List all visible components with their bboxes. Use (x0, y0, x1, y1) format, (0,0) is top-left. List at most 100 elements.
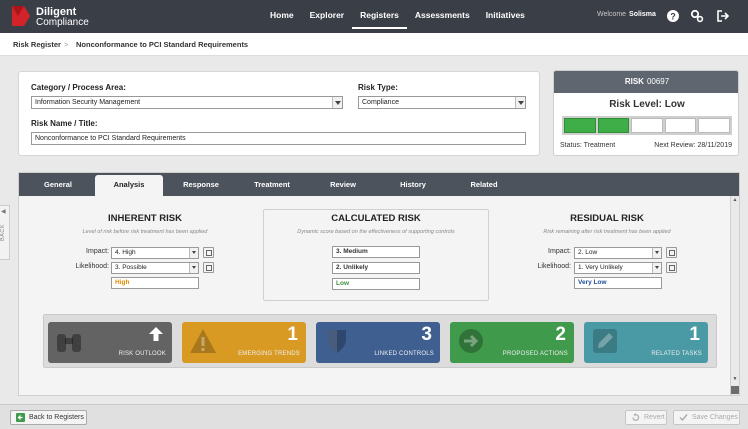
risk-meter-segment (631, 118, 663, 133)
welcome-label: Welcome (597, 11, 627, 18)
chevron-down-icon (652, 263, 661, 273)
tab-related[interactable]: Related (449, 173, 519, 196)
linked-controls-count: 3 (421, 324, 432, 345)
revert-label: Revert (644, 414, 665, 421)
risk-outlook-label: RISK OUTLOOK (118, 351, 166, 357)
related-tasks-label: RELATED TASKS (651, 351, 702, 357)
residual-impact-copy-icon[interactable] (666, 247, 677, 258)
settings-icon[interactable] (690, 9, 704, 23)
back-to-registers-label: Back to Registers (29, 414, 84, 421)
arrow-up-icon (149, 327, 163, 341)
calculated-risk-title: CALCULATED RISK (331, 213, 421, 224)
scroll-down-icon[interactable]: ▼ (731, 376, 739, 384)
risk-meter-segment (664, 118, 697, 133)
inherent-likelihood-value: 3. Possible (115, 264, 147, 271)
pencil-icon (593, 329, 617, 353)
risk-type-label: Risk Type: (358, 83, 398, 92)
tab-review[interactable]: Review (309, 173, 377, 196)
help-icon[interactable]: ? (666, 9, 680, 23)
residual-risk-title: RESIDUAL RISK (570, 213, 644, 224)
breadcrumb: Risk Register > Nonconformance to PCI St… (0, 33, 748, 56)
residual-likelihood-copy-icon[interactable] (666, 262, 677, 273)
risk-meter-segment (698, 118, 730, 133)
main-nav: Home Explorer Registers Assessments Init… (262, 0, 533, 33)
related-tasks-tile[interactable]: 1 RELATED TASKS (584, 322, 708, 363)
inherent-likelihood-copy-icon[interactable] (203, 262, 214, 273)
inherent-impact-copy-icon[interactable] (203, 247, 214, 258)
nav-registers[interactable]: Registers (352, 0, 407, 29)
chevron-down-icon (189, 263, 198, 273)
arrow-circle-icon (459, 329, 483, 353)
nav-initiatives[interactable]: Initiatives (478, 0, 533, 33)
risk-name-label: Risk Name / Title: (31, 119, 98, 128)
residual-impact-label: Impact: (548, 248, 571, 255)
linked-controls-tile[interactable]: 3 LINKED CONTROLS (316, 322, 440, 363)
inherent-likelihood-select[interactable]: 3. Possible (111, 262, 199, 274)
risk-level-meter (562, 116, 732, 135)
user-name: Solisma (629, 11, 656, 18)
inherent-impact-select[interactable]: 4. High (111, 247, 199, 259)
shield-icon (328, 330, 346, 353)
tab-strip: General Analysis Response Treatment Revi… (19, 173, 739, 196)
panel-scrollbar[interactable]: ▲ ▼ (730, 196, 739, 395)
footer-bar: Back to Registers Revert Save Changes (0, 404, 748, 429)
nav-assessments[interactable]: Assessments (407, 0, 478, 33)
scroll-thumb[interactable] (731, 386, 739, 394)
save-changes-button[interactable]: Save Changes (673, 410, 740, 425)
chevron-down-icon (332, 97, 342, 108)
tab-analysis[interactable]: Analysis (95, 175, 163, 196)
risk-outlook-tile[interactable]: RISK OUTLOOK (48, 322, 172, 363)
breadcrumb-root[interactable]: Risk Register (13, 40, 61, 49)
side-back-handle[interactable]: ◀ BACK (0, 205, 10, 260)
risk-type-select[interactable]: Compliance (358, 96, 526, 109)
risk-id: 00697 (646, 77, 670, 86)
top-bar: Diligent Compliance Home Explorer Regist… (0, 0, 748, 33)
residual-risk-subtitle: Risk remaining after risk treatment has … (543, 229, 671, 235)
tab-treatment[interactable]: Treatment (237, 173, 307, 196)
back-arrow-icon (16, 413, 25, 422)
proposed-actions-label: PROPOSED ACTIONS (502, 351, 568, 357)
revert-button[interactable]: Revert (625, 410, 667, 425)
linked-controls-label: LINKED CONTROLS (374, 351, 434, 357)
logout-icon[interactable] (716, 9, 730, 23)
back-handle-label: BACK (0, 224, 6, 241)
risk-meter-segment (597, 118, 630, 133)
tab-general[interactable]: General (23, 173, 93, 196)
inherent-risk-result: High (111, 277, 199, 289)
revert-icon (632, 413, 640, 421)
risk-level-text: Risk Level: Low (609, 99, 685, 110)
proposed-actions-count: 2 (555, 324, 566, 345)
back-arrow-icon: ◀ (1, 209, 6, 215)
risk-id-label: RISK (624, 77, 644, 86)
category-select[interactable]: Information Security Management (31, 96, 343, 109)
proposed-actions-tile[interactable]: 2 PROPOSED ACTIONS (450, 322, 574, 363)
nav-home[interactable]: Home (262, 0, 302, 33)
category-value: Information Security Management (35, 99, 141, 106)
scroll-up-icon[interactable]: ▲ (731, 197, 739, 205)
brand-product: Compliance (36, 17, 89, 28)
back-to-registers-button[interactable]: Back to Registers (10, 410, 87, 425)
risk-id-header: RISK 00697 (554, 71, 738, 93)
residual-likelihood-label: Likelihood: (537, 263, 571, 270)
emerging-trends-label: EMERGING TRENDS (238, 351, 300, 357)
residual-impact-value: 2. Low (578, 249, 598, 256)
residual-likelihood-select[interactable]: 1. Very Unlikely (574, 262, 662, 274)
checkmark-icon (679, 414, 688, 422)
logo[interactable]: Diligent Compliance (10, 5, 120, 29)
residual-risk-result: Very Low (574, 277, 662, 289)
save-changes-label: Save Changes (692, 414, 738, 421)
risk-details-form: Category / Process Area: Information Sec… (18, 71, 540, 156)
risk-summary-card: RISK 00697 Risk Level: Low Status: Treatm… (553, 70, 739, 156)
breadcrumb-separator: > (64, 40, 69, 49)
emerging-trends-tile[interactable]: 1 EMERGING TRENDS (182, 322, 306, 363)
nav-explorer[interactable]: Explorer (302, 0, 353, 33)
tab-response[interactable]: Response (167, 173, 235, 196)
tab-history[interactable]: History (379, 173, 447, 196)
calculated-risk-subtitle: Dynamic score based on the effectiveness… (297, 229, 455, 235)
calculated-impact: 3. Medium (332, 246, 420, 258)
chevron-down-icon (652, 248, 661, 258)
risk-name-input[interactable]: Nonconformance to PCI Standard Requireme… (31, 132, 526, 145)
chevron-down-icon (189, 248, 198, 258)
residual-impact-select[interactable]: 2. Low (574, 247, 662, 259)
calculated-risk-result: Low (332, 278, 420, 290)
